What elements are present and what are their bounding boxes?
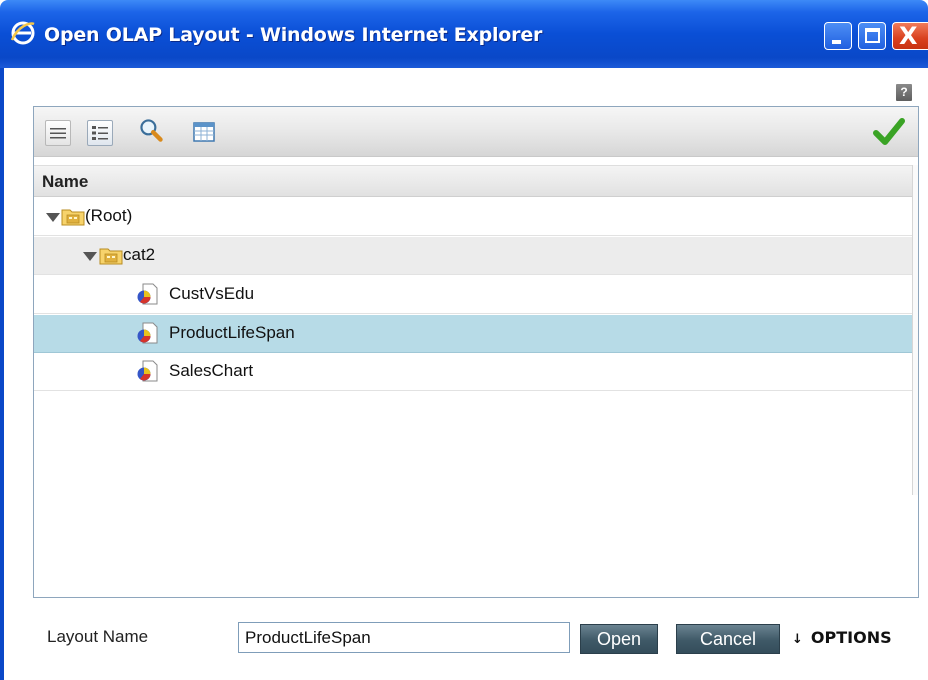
options-label: OPTIONS [810,628,892,647]
list-view-button[interactable] [45,120,71,146]
grid-scrollbar[interactable] [912,165,918,495]
list-view-icon [50,128,66,139]
maximize-button[interactable] [858,22,886,50]
tree-row-cat2[interactable]: cat2 [34,237,912,275]
double-chevron-down-icon: ↓ [792,632,803,647]
tree-row-root[interactable]: (Root) [34,198,912,236]
layout-name-input[interactable] [238,622,570,653]
tree-row-custvsedu[interactable]: CustVsEdu [34,276,912,314]
cancel-button[interactable]: Cancel [676,624,780,654]
maximize-icon [865,28,880,43]
browser-toolbar [34,107,918,157]
folder-icon [99,248,123,265]
minimize-button[interactable] [824,22,852,50]
name-column-label: Name [42,172,89,191]
detail-view-button[interactable] [87,120,113,146]
window-titlebar[interactable]: Open OLAP Layout - Windows Internet Expl… [0,0,928,68]
layout-browser-panel: Name (Root) cat2 CustVsEdu ProductLifeSp… [33,106,919,598]
layout-name-label: Layout Name [47,627,149,646]
tree-row-label: CustVsEdu [169,284,255,303]
window-title: Open OLAP Layout - Windows Internet Expl… [44,24,543,46]
checkmark-icon[interactable] [872,117,906,147]
olap-layout-icon [137,360,158,382]
search-icon[interactable] [138,117,164,143]
expand-arrow-icon[interactable] [83,252,97,261]
tree-row-label: ProductLifeSpan [169,323,295,342]
window-left-border [0,68,4,680]
tree-row-saleschart[interactable]: SalesChart [34,353,912,391]
olap-layout-icon [137,322,158,344]
tree-row-label: (Root) [85,206,133,225]
tree-row-label: SalesChart [169,361,254,380]
help-icon[interactable]: ? [896,84,912,101]
minimize-icon [832,40,841,44]
close-button[interactable]: X [892,22,928,50]
open-button[interactable]: Open [580,624,658,654]
close-icon: X [899,22,918,50]
tree-row-productlifespan[interactable]: ProductLifeSpan [34,315,912,353]
ie-icon [10,21,35,45]
expand-arrow-icon[interactable] [46,213,60,222]
tree-row-label: cat2 [123,245,156,264]
options-toggle[interactable]: ↓ OPTIONS [792,628,892,647]
olap-layout-icon [137,283,158,305]
detail-view-icon [92,126,108,140]
table-icon[interactable] [193,122,215,142]
folder-icon [61,209,85,226]
name-column-header[interactable]: Name [34,165,912,197]
